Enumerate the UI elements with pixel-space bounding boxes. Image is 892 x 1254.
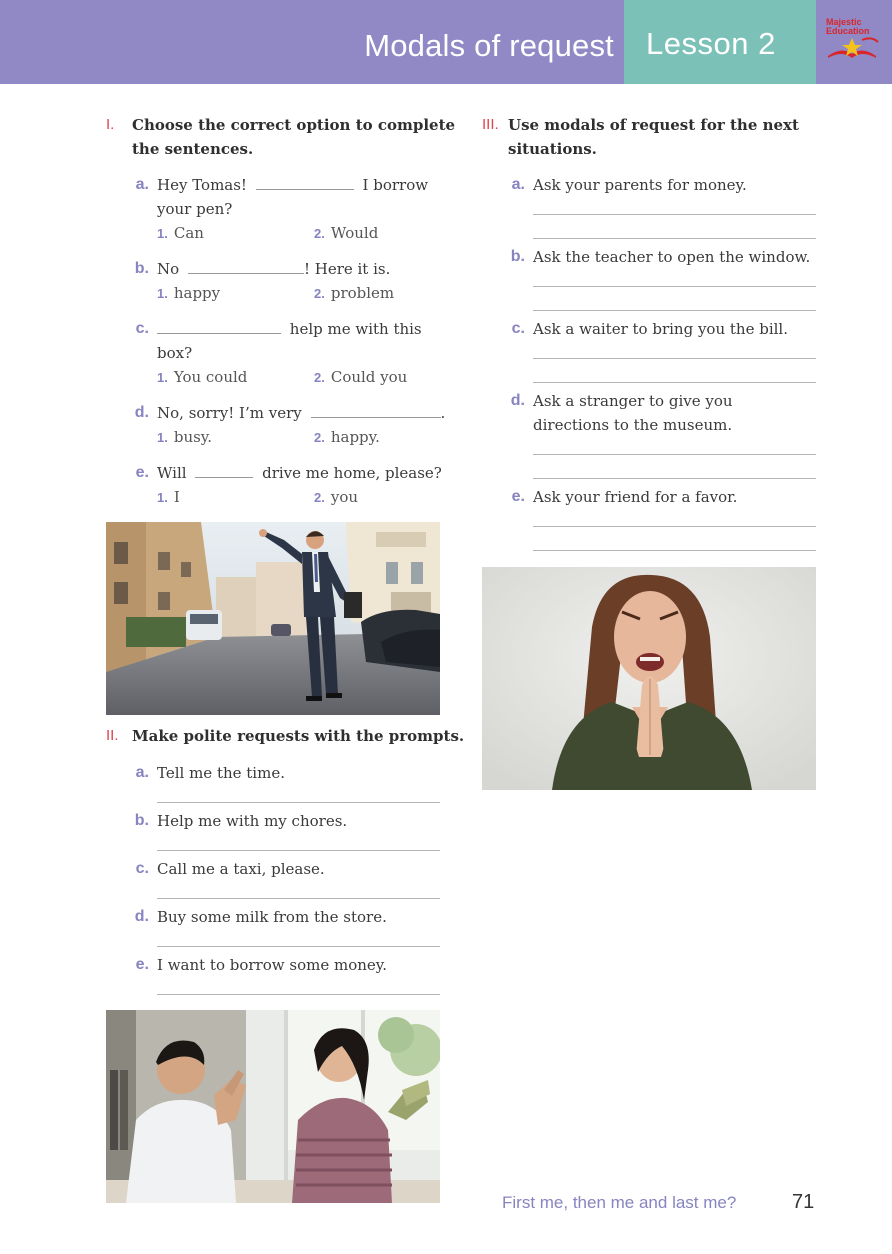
answer-line[interactable] bbox=[533, 550, 816, 551]
prompt-2a: a. Tell me the time. bbox=[135, 764, 285, 782]
option-1b-1[interactable]: 1. happy bbox=[157, 281, 220, 306]
topic-title: Modals of request bbox=[364, 28, 614, 63]
answer-line[interactable] bbox=[157, 898, 440, 899]
publisher-logo: Majestic Education bbox=[822, 14, 884, 62]
prompt-2d: d. Buy some milk from the store. bbox=[134, 908, 387, 926]
question-1a: a. Hey Tomas! I borrow your pen? bbox=[135, 174, 429, 218]
answer-line[interactable] bbox=[533, 454, 816, 455]
situation-3a: a. Ask your parents for money. bbox=[511, 176, 747, 194]
section-1-heading: I. Choose the correct option to complete… bbox=[106, 116, 456, 158]
question-1d: d. No, sorry! I’m very . bbox=[134, 402, 446, 422]
answer-line[interactable] bbox=[157, 946, 440, 947]
couple-money-photo bbox=[106, 1010, 440, 1203]
answer-blank[interactable] bbox=[157, 318, 281, 334]
pleading-woman-photo bbox=[482, 567, 816, 790]
page-number: 71 bbox=[792, 1191, 815, 1213]
book-star-icon bbox=[828, 37, 879, 58]
answer-line[interactable] bbox=[157, 994, 440, 995]
option-1a-1[interactable]: 1. Can bbox=[157, 221, 204, 246]
answer-line[interactable] bbox=[533, 526, 816, 527]
prompt-2c: c. Call me a taxi, please. bbox=[135, 860, 325, 878]
situation-3e: e. Ask your friend for a favor. bbox=[511, 488, 738, 506]
prompt-2e: e. I want to borrow some money. bbox=[135, 956, 388, 974]
page-header: Modals of request Lesson 2 Majestic Educ… bbox=[0, 0, 892, 84]
situation-3d: d. Ask a stranger to give you directions… bbox=[510, 392, 733, 434]
section-2-heading: II. Make polite requests with the prompt… bbox=[106, 727, 465, 745]
answer-line[interactable] bbox=[157, 802, 440, 803]
option-1e-1[interactable]: 1. I bbox=[157, 485, 180, 510]
option-1d-1[interactable]: 1. busy. bbox=[157, 425, 212, 450]
street-taxi-photo bbox=[106, 522, 440, 715]
option-1b-2[interactable]: 2. problem bbox=[314, 281, 394, 306]
prompt-2b: b. Help me with my chores. bbox=[134, 812, 348, 830]
question-1c: c. help me with this box? bbox=[135, 318, 422, 362]
answer-blank[interactable] bbox=[187, 258, 304, 274]
answer-line[interactable] bbox=[533, 214, 816, 215]
answer-line[interactable] bbox=[533, 238, 816, 239]
section-3-heading: III. Use modals of request for the next … bbox=[482, 116, 799, 158]
answer-blank[interactable] bbox=[310, 402, 441, 418]
lesson-title: Lesson 2 bbox=[646, 26, 776, 61]
option-1c-2[interactable]: 2. Could you bbox=[314, 365, 407, 390]
lesson-badge: Lesson 2 bbox=[624, 0, 816, 84]
option-1a-2[interactable]: 2. Would bbox=[314, 221, 378, 246]
footer-caption: First me, then me and last me? bbox=[502, 1193, 737, 1212]
question-1b: b. No ! Here it is. bbox=[134, 258, 391, 278]
answer-line[interactable] bbox=[533, 310, 816, 311]
situation-3b: b. Ask the teacher to open the window. bbox=[510, 248, 811, 266]
answer-line[interactable] bbox=[533, 478, 816, 479]
answer-line[interactable] bbox=[533, 358, 816, 359]
answer-line[interactable] bbox=[533, 286, 816, 287]
answer-line[interactable] bbox=[157, 850, 440, 851]
question-1e: e. Will drive me home, please? bbox=[135, 462, 442, 482]
option-1e-2[interactable]: 2. you bbox=[314, 485, 358, 510]
answer-blank[interactable] bbox=[195, 462, 254, 478]
answer-blank[interactable] bbox=[255, 174, 354, 190]
answer-line[interactable] bbox=[533, 382, 816, 383]
option-1c-1[interactable]: 1. You could bbox=[157, 365, 247, 390]
situation-3c: c. Ask a waiter to bring you the bill. bbox=[511, 320, 788, 338]
option-1d-2[interactable]: 2. happy. bbox=[314, 425, 380, 450]
